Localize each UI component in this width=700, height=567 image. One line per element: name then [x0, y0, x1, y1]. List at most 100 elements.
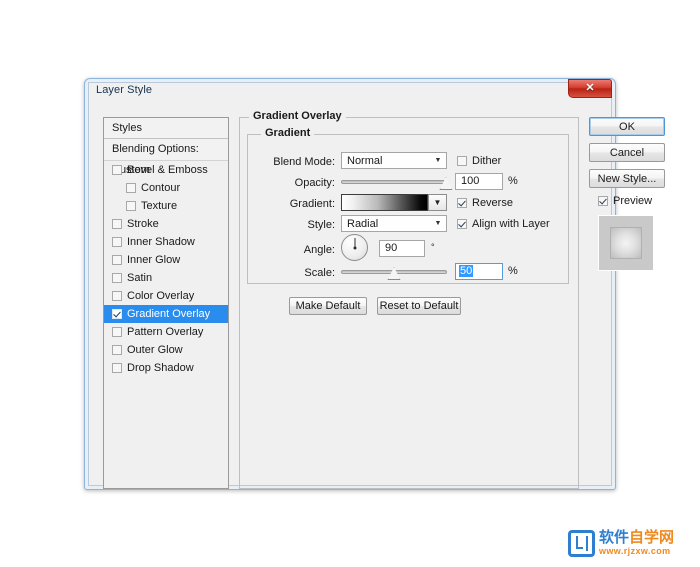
gradient-subgroup-title: Gradient [261, 127, 315, 139]
new-style-button[interactable]: New Style... [589, 169, 665, 188]
reverse-checkbox-row[interactable]: Reverse [457, 197, 513, 209]
angle-dial[interactable] [341, 234, 368, 261]
style-label: Pattern Overlay [127, 326, 204, 338]
align-with-layer-label: Align with Layer [472, 218, 550, 230]
scale-input-value: 50 [459, 265, 474, 277]
close-x-glyph: ✕ [585, 82, 595, 94]
reset-to-default-button[interactable]: Reset to Default [377, 297, 461, 315]
gradient-swatch[interactable] [341, 194, 428, 211]
checkbox-align-with-layer[interactable] [457, 219, 467, 229]
checkbox-color-overlay[interactable] [112, 291, 122, 301]
watermark-name-orange: 自学网 [629, 529, 675, 546]
dialog-inner: Layer Style ✕ Styles Blending Options: C… [88, 79, 665, 489]
blending-options-row[interactable]: Blending Options: Custom [104, 139, 228, 176]
checkbox-gradient-overlay[interactable] [112, 309, 122, 319]
opacity-slider[interactable] [341, 175, 453, 190]
gradient-overlay-group-title: Gradient Overlay [249, 110, 346, 122]
reverse-label: Reverse [472, 197, 513, 209]
style-item-color-overlay[interactable]: Color Overlay [104, 287, 228, 305]
ok-button[interactable]: OK [589, 117, 665, 136]
right-button-column: OK Cancel New Style... Preview [589, 117, 679, 271]
close-icon[interactable]: ✕ [568, 79, 612, 98]
angle-input[interactable]: 90 [379, 240, 425, 257]
style-item-inner-shadow[interactable]: Inner Shadow [104, 233, 228, 251]
checkbox-stroke[interactable] [112, 219, 122, 229]
style-item-texture[interactable]: Texture [104, 197, 228, 215]
gradient-label: Gradient: [289, 198, 335, 210]
scale-label: Scale: [304, 267, 335, 279]
watermark-text-block: 软件自学网 www.rjzxw.com [599, 530, 674, 557]
style-item-stroke[interactable]: Stroke [104, 215, 228, 233]
style-label: Outer Glow [127, 344, 183, 356]
opacity-input[interactable]: 100 [455, 173, 503, 190]
style-item-inner-glow[interactable]: Inner Glow [104, 251, 228, 269]
style-label: Contour [141, 182, 181, 194]
watermark-site-name: 软件自学网 [599, 530, 674, 546]
checkbox-inner-glow[interactable] [112, 255, 122, 265]
checkbox-contour[interactable] [126, 183, 136, 193]
style-label: Inner Shadow [127, 236, 195, 248]
style-label: Satin [127, 272, 153, 284]
style-item-pattern-overlay[interactable]: Pattern Overlay [104, 323, 228, 341]
watermark-name-blue: 软件 [599, 529, 630, 546]
chevron-down-icon: ▼ [433, 198, 442, 207]
opacity-label: Opacity: [294, 177, 335, 189]
watermark-logo-icon [568, 530, 595, 557]
angle-dial-hub [353, 246, 356, 249]
layer-style-dialog: Layer Style ✕ Styles Blending Options: C… [84, 78, 665, 490]
dialog-body: Styles Blending Options: Custom Bevel & … [89, 104, 665, 489]
style-item-satin[interactable]: Satin [104, 269, 228, 287]
checkbox-inner-shadow[interactable] [112, 237, 122, 247]
style-label: Bevel & Emboss [127, 164, 208, 176]
chevron-down-icon: ▼ [434, 157, 442, 164]
dialog-title: Layer Style [96, 84, 153, 96]
styles-list-panel: Styles Blending Options: Custom Bevel & … [103, 117, 229, 489]
checkbox-pattern-overlay[interactable] [112, 327, 122, 337]
preview-thumbnail [598, 215, 654, 271]
screenshot-root: Layer Style ✕ Styles Blending Options: C… [0, 0, 700, 567]
preview-checkbox-row[interactable]: Preview [598, 195, 679, 207]
styles-header: Styles [104, 118, 228, 139]
preview-shape [610, 227, 642, 259]
angle-unit: ° [431, 242, 435, 252]
style-item-gradient-overlay[interactable]: Gradient Overlay [104, 305, 228, 323]
angle-label: Angle: [303, 244, 335, 256]
blend-mode-dropdown[interactable]: Normal ▼ [341, 152, 447, 169]
dither-label: Dither [472, 155, 502, 167]
checkbox-reverse[interactable] [457, 198, 467, 208]
chevron-down-icon: ▼ [434, 220, 442, 227]
style-label: Color Overlay [127, 290, 195, 302]
checkbox-drop-shadow[interactable] [112, 363, 122, 373]
scale-input[interactable]: 50 [455, 263, 503, 280]
checkbox-texture[interactable] [126, 201, 136, 211]
cancel-button[interactable]: Cancel [589, 143, 665, 162]
watermark-url: www.rjzxw.com [599, 546, 671, 556]
checkbox-satin[interactable] [112, 273, 122, 283]
scale-slider[interactable] [341, 265, 447, 280]
scale-unit: % [508, 265, 518, 277]
checkbox-dither[interactable] [457, 156, 467, 166]
preview-label: Preview [613, 195, 653, 207]
style-label: Gradient Overlay [127, 308, 211, 320]
title-bar[interactable]: Layer Style ✕ [89, 79, 612, 104]
style-label: Stroke [127, 218, 159, 230]
style-dropdown[interactable]: Radial ▼ [341, 215, 447, 232]
checkbox-outer-glow[interactable] [112, 345, 122, 355]
style-item-drop-shadow[interactable]: Drop Shadow [104, 359, 228, 377]
opacity-unit: % [508, 175, 518, 187]
make-default-button[interactable]: Make Default [289, 297, 367, 315]
align-with-layer-checkbox-row[interactable]: Align with Layer [457, 218, 550, 230]
site-watermark: 软件自学网 www.rjzxw.com [568, 530, 674, 557]
checkbox-preview[interactable] [598, 196, 608, 206]
opacity-slider-track [341, 180, 447, 184]
style-label: Texture [141, 200, 178, 212]
gradient-preset-dropdown[interactable]: ▼ [428, 194, 447, 211]
style-item-outer-glow[interactable]: Outer Glow [104, 341, 228, 359]
checkbox-bevel-emboss[interactable] [112, 165, 122, 175]
dither-checkbox-row[interactable]: Dither [457, 155, 501, 167]
blend-mode-value: Normal [347, 154, 383, 167]
style-item-contour[interactable]: Contour [104, 179, 228, 197]
blend-mode-label: Blend Mode: [273, 156, 335, 168]
style-label-field: Style: [307, 219, 335, 231]
style-label: Drop Shadow [127, 362, 194, 374]
